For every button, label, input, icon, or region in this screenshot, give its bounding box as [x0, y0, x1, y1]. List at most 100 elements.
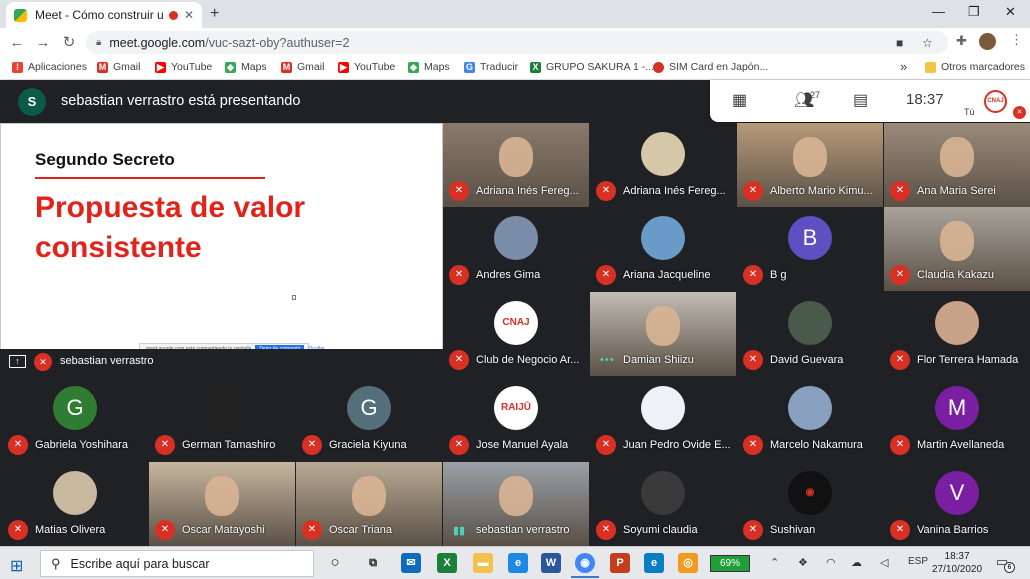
dropbox-icon[interactable]: ❖	[798, 556, 808, 569]
profile-avatar[interactable]	[979, 33, 996, 50]
forward-arrow-icon[interactable]: →	[30, 34, 56, 51]
presentation-footer: ↑ ✕ sebastian verrastro	[0, 349, 443, 375]
mic-muted-icon: ✕	[449, 265, 469, 285]
tab-close-icon[interactable]: ✕	[184, 8, 194, 22]
participant-tile[interactable]: ✕ Ariana Jacqueline	[590, 207, 736, 291]
camera-in-use-icon[interactable]: ■	[896, 36, 903, 50]
system-tray-icon[interactable]: ⌃	[770, 556, 779, 569]
language-indicator[interactable]: ESP	[908, 556, 928, 567]
minimize-button[interactable]: —	[932, 4, 945, 19]
participant-tile[interactable]: ✕ Oscar Triana	[296, 462, 442, 546]
participant-name: Adriana Inés Fereg...	[623, 185, 726, 197]
restore-button[interactable]: ❐	[968, 4, 980, 20]
cortana-icon[interactable]: ○	[325, 553, 345, 573]
bookmark-youtube-2[interactable]: ▶ YouTube	[338, 61, 395, 73]
mic-muted-icon: ✕	[743, 520, 763, 540]
layout-grid-icon[interactable]: ▦	[732, 90, 747, 110]
volume-icon[interactable]: ◁	[880, 556, 888, 569]
bookmark-apps[interactable]: ⁞ Aplicaciones	[12, 61, 87, 73]
bookmark-youtube[interactable]: ▶ YouTube	[155, 61, 212, 73]
bookmark-maps[interactable]: ◆ Maps	[225, 61, 267, 73]
participant-tile[interactable]: RAIJŪ ✕ Jose Manuel Ayala	[443, 377, 589, 461]
present-screen-icon[interactable]: ↑	[9, 355, 26, 368]
participant-tile[interactable]: ✕ Juan Pedro Ovide E...	[590, 377, 736, 461]
participant-face	[205, 476, 239, 516]
bookmark-other-folder[interactable]: Otros marcadores	[925, 61, 1025, 73]
participant-photo-avatar	[788, 301, 832, 345]
participant-tile[interactable]: ✕ Alberto Mario Kimu...	[737, 123, 883, 207]
extensions-icon[interactable]: ✚	[956, 33, 967, 49]
address-bar[interactable]: 🔒︎ meet.google.com/vuc-sazt-oby?authuser…	[86, 31, 948, 54]
participant-name: B g	[770, 269, 787, 281]
participant-tile[interactable]: V ✕ Vanina Barrios	[884, 462, 1030, 546]
bookmark-gmail[interactable]: M Gmail	[97, 61, 140, 73]
self-logo-avatar[interactable]: CNAJ	[984, 90, 1007, 113]
participant-tile[interactable]: G ✕ Graciela Kiyuna	[296, 377, 442, 461]
participant-tile[interactable]: ✕ Flor Terrera Hamada	[884, 292, 1030, 376]
chrome-icon[interactable]: ◉	[575, 553, 595, 573]
taskbar-clock[interactable]: 18:37 27/10/2020	[932, 550, 982, 576]
presenter-mic-muted-icon: ✕	[34, 353, 52, 371]
powerpoint-icon[interactable]: P	[610, 553, 630, 573]
participant-tile[interactable]: ✕ Ana Maria Serei	[884, 123, 1030, 207]
reload-icon[interactable]: ↻	[56, 33, 82, 51]
windows-start-icon[interactable]: ⊞	[10, 556, 23, 576]
taskbar-search-box[interactable]: ⚲ Escribe aquí para buscar	[40, 550, 314, 577]
participant-tile[interactable]: ◉ ✕ Sushivan	[737, 462, 883, 546]
participant-tile[interactable]: ✕ Soyumi claudia	[590, 462, 736, 546]
excel-icon[interactable]: X	[437, 553, 457, 573]
participant-tile[interactable]: ✕ German Tamashiro	[149, 377, 295, 461]
participant-tile[interactable]: ••• Damian Shiizu	[590, 292, 736, 376]
bookmark-gmail-2[interactable]: M Gmail	[281, 61, 324, 73]
participant-tile[interactable]: ✕ David Guevara	[737, 292, 883, 376]
bookmarks-bar: ⁞ Aplicaciones M Gmail ▶ YouTube ◆ Maps M Gma…	[0, 56, 1030, 80]
participant-tile[interactable]: ✕ Adriana Inés Fereg...	[443, 123, 589, 207]
mic-muted-icon: ✕	[890, 350, 910, 370]
participant-tile[interactable]: ✕ Matias Olivera	[2, 462, 148, 546]
participant-tile[interactable]: G ✕ Gabriela Yoshihara	[2, 377, 148, 461]
participant-logo-avatar: ◉	[788, 471, 832, 515]
wifi-icon[interactable]: ◠	[826, 556, 836, 569]
participant-logo-avatar: CNAJ	[494, 301, 538, 345]
word-icon[interactable]: W	[541, 553, 561, 573]
battery-indicator[interactable]: 69%	[710, 555, 750, 572]
notifications-icon[interactable]: ▭ 6	[996, 554, 1015, 573]
bookmark-maps-2[interactable]: ◆ Maps	[408, 61, 450, 73]
chat-icon[interactable]: ▤	[853, 90, 868, 110]
bookmarks-overflow-button[interactable]: »	[900, 59, 907, 74]
participant-tile[interactable]: ✕ Adriana Inés Fereg...	[590, 123, 736, 207]
edge-icon[interactable]: e	[644, 553, 664, 573]
participant-tile[interactable]: M ✕ Martin Avellaneda	[884, 377, 1030, 461]
file-explorer-icon[interactable]: ▬	[473, 553, 493, 573]
app-icon[interactable]: ◎	[678, 553, 698, 573]
presenter-name: sebastian verrastro	[60, 355, 154, 367]
window-close-button[interactable]: ✕	[1005, 4, 1016, 20]
participant-name: Oscar Triana	[329, 524, 392, 536]
back-arrow-icon[interactable]: ←	[4, 34, 30, 51]
participant-face	[499, 137, 533, 177]
participant-name: Club de Negocio Ar...	[476, 354, 580, 366]
cloud-icon[interactable]: ☁	[851, 556, 862, 569]
bookmark-sim-card[interactable]: SIM Card en Japón...	[653, 61, 768, 73]
bookmark-translate[interactable]: G Traducir	[464, 61, 518, 73]
participant-tile[interactable]: ▮▮ sebastian verrastro	[443, 462, 589, 546]
participant-tile[interactable]: ✕ Claudia Kakazu	[884, 207, 1030, 291]
task-view-icon[interactable]: ⧉	[363, 553, 383, 573]
mic-muted-icon: ✕	[890, 265, 910, 285]
mail-icon[interactable]: ✉	[401, 553, 421, 573]
presenter-avatar: S	[18, 88, 46, 116]
browser-menu-icon[interactable]: ⋮	[1010, 32, 1023, 48]
bookmark-star-icon[interactable]: ☆	[922, 36, 933, 50]
mic-muted-icon: ✕	[8, 520, 28, 540]
participant-tile[interactable]: ✕ Andres Gima	[443, 207, 589, 291]
participant-tile[interactable]: CNAJ ✕ Club de Negocio Ar...	[443, 292, 589, 376]
new-tab-button[interactable]: +	[210, 5, 219, 23]
participant-tile[interactable]: ✕ Marcelo Nakamura	[737, 377, 883, 461]
bookmark-grupo-sakura[interactable]: X GRUPO SAKURA 1 -...	[530, 61, 654, 73]
speaking-indicator-icon: •••	[600, 354, 615, 366]
participant-count: 27	[810, 90, 821, 100]
participant-tile[interactable]: ✕ Oscar Matayoshi	[149, 462, 295, 546]
internet-explorer-icon[interactable]: e	[508, 553, 528, 573]
participant-tile[interactable]: B ✕ B g	[737, 207, 883, 291]
browser-tab[interactable]: Meet - Cómo construir un de ✕	[6, 2, 202, 28]
